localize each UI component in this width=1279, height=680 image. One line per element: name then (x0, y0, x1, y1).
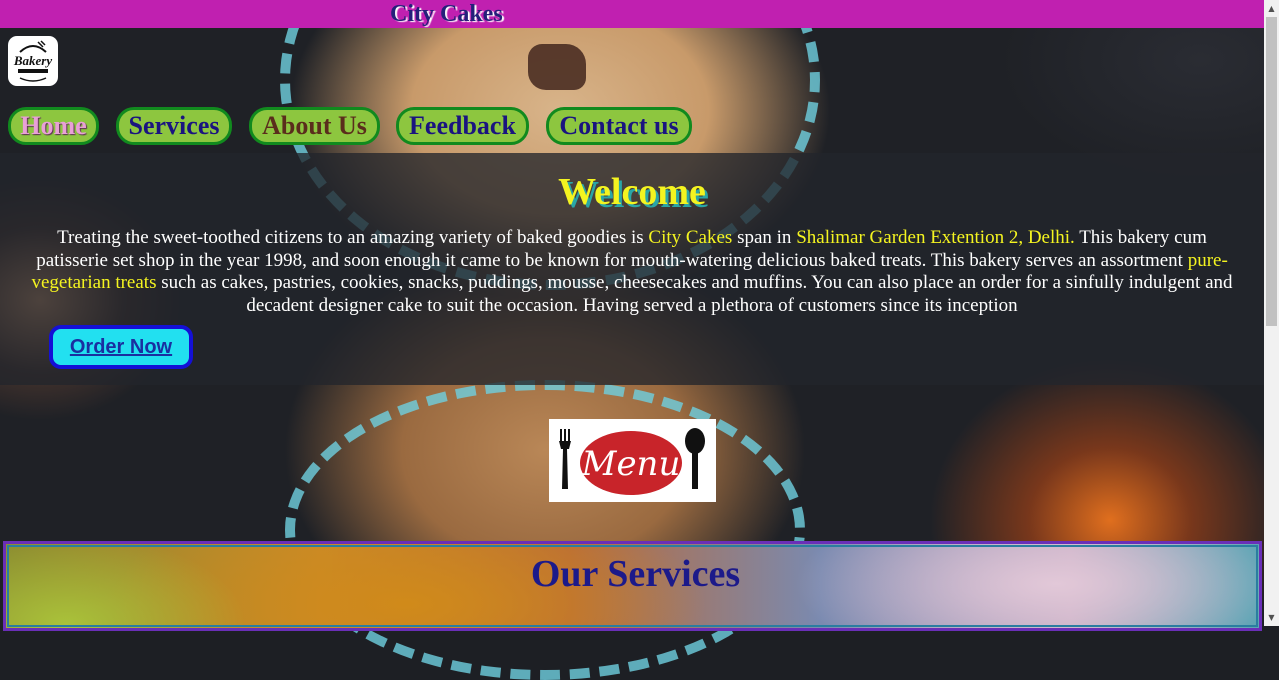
nav-item-services[interactable]: Services (116, 107, 232, 145)
scroll-up-arrow-icon[interactable]: ▲ (1264, 0, 1279, 17)
order-now-button[interactable]: Order Now (49, 325, 193, 369)
bakery-logo[interactable]: Bakery (8, 36, 58, 86)
menu-image[interactable]: Menu (549, 419, 716, 502)
welcome-heading: Welcome (558, 171, 706, 213)
services-heading: Our Services (530, 553, 741, 595)
welcome-text-part: span in (732, 227, 797, 248)
welcome-text-part: Treating the sweet-toothed citizens to a… (57, 227, 649, 248)
menu-text: Menu (581, 444, 681, 484)
nav-item-about-us[interactable]: About Us (249, 107, 380, 145)
chocolate-chip-decoration (528, 44, 586, 90)
logo-text: Bakery (13, 53, 53, 68)
site-title: City Cakes (390, 1, 503, 27)
scrollbar-thumb[interactable] (1266, 17, 1277, 326)
bakery-logo-icon: Bakery (13, 40, 53, 82)
menu-graphic: Menu (559, 428, 705, 495)
scroll-down-arrow-icon[interactable]: ▼ (1264, 609, 1279, 626)
fork-icon (559, 429, 571, 489)
vertical-scrollbar[interactable]: ▲ ▼ (1264, 0, 1279, 626)
nav-item-home[interactable]: Home (8, 107, 99, 145)
top-bar: City Cakes (0, 0, 1264, 28)
services-section: Our Services (3, 541, 1262, 631)
cupcake-liner-decoration (285, 380, 805, 680)
highlight-business-name: City Cakes (648, 227, 733, 248)
spoon-icon (685, 428, 705, 489)
highlight-address: Shalimar Garden Extention 2, Delhi. (796, 227, 1075, 248)
nav-item-feedback[interactable]: Feedback (396, 107, 529, 145)
nav-item-contact-us[interactable]: Contact us (546, 107, 692, 145)
welcome-text-part: such as cakes, pastries, cookies, snacks… (156, 272, 1233, 316)
welcome-paragraph: Treating the sweet-toothed citizens to a… (30, 227, 1234, 317)
